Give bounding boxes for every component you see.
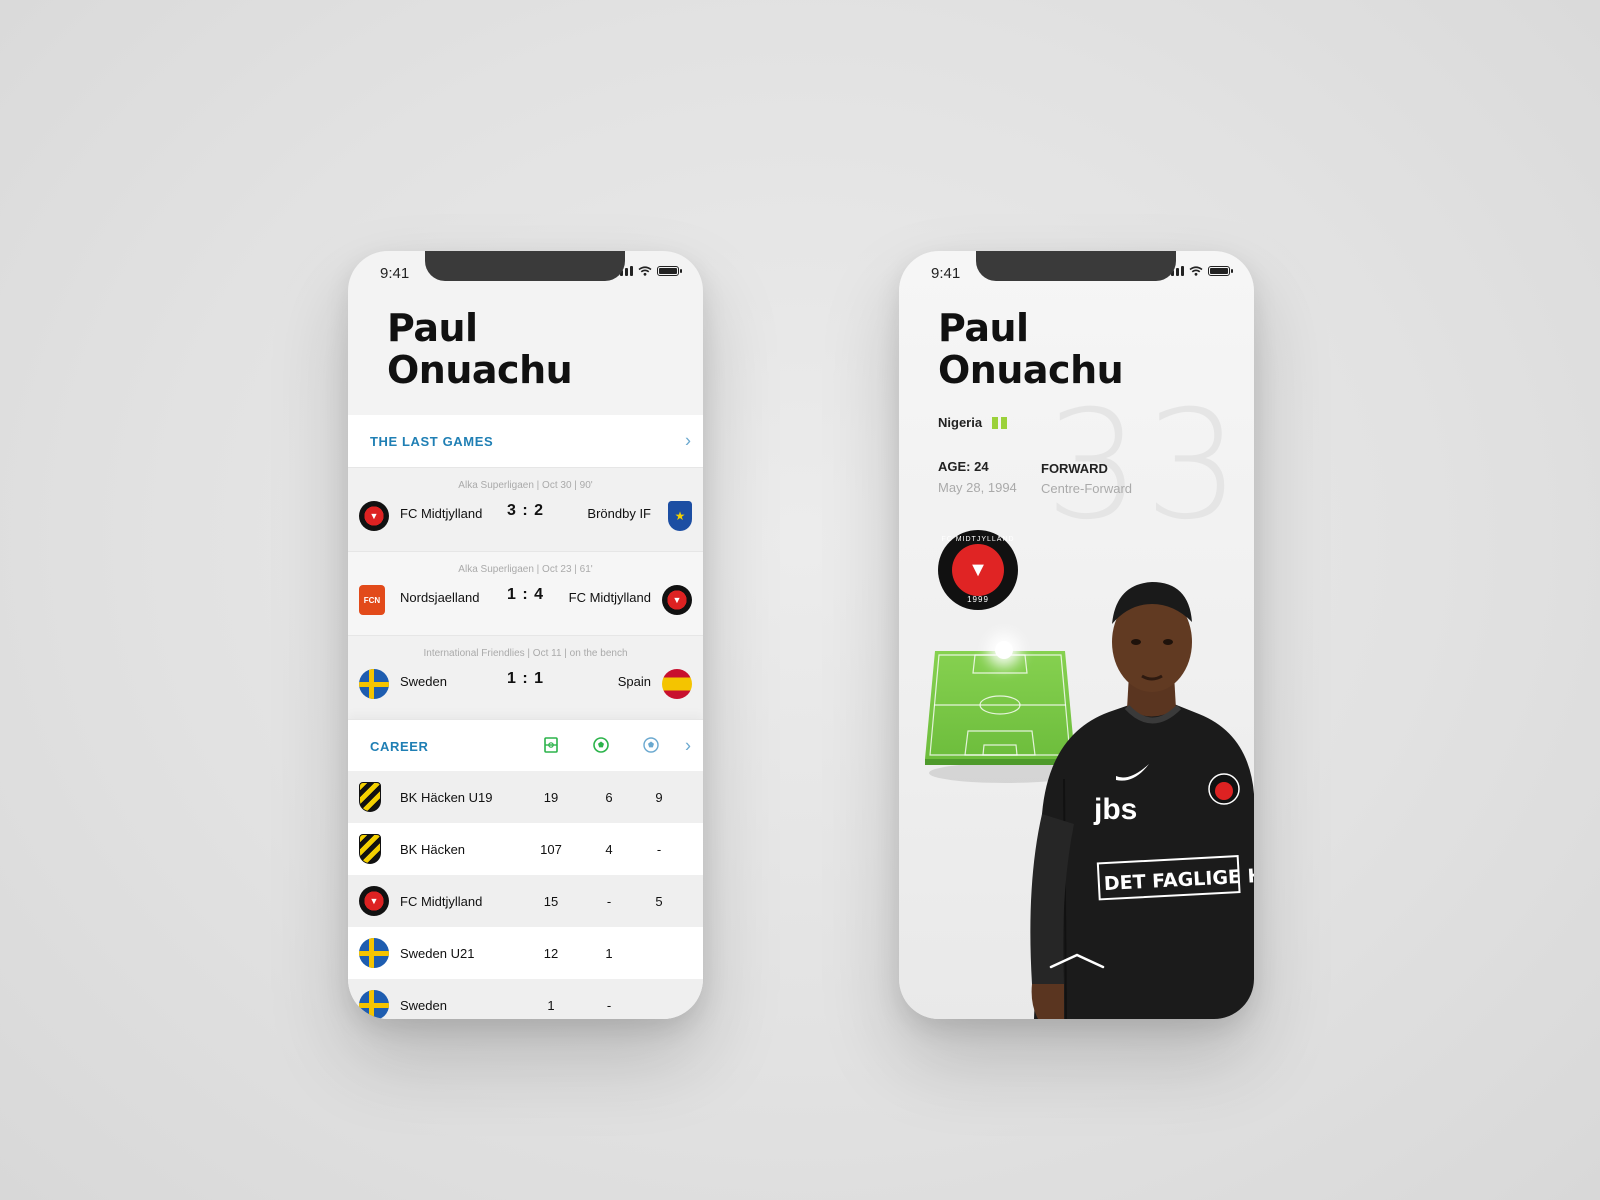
- sweden-flag-icon: [359, 990, 389, 1019]
- player-name: Paul Onuachu: [938, 306, 1124, 392]
- club-badge-ring-text: FC MIDTJYLLAND: [941, 536, 1015, 543]
- career-apps: 107: [540, 842, 562, 857]
- career-goals: 1: [605, 946, 613, 961]
- player-name: Paul Onuachu: [387, 306, 573, 392]
- away-team: Bröndby IF: [587, 506, 651, 521]
- player-position-marker: [995, 641, 1013, 659]
- away-team: FC Midtjylland: [568, 590, 651, 605]
- player-first-name: Paul: [938, 306, 1029, 350]
- career-row[interactable]: BK Häcken 107 4 -: [348, 823, 703, 875]
- assists-icon: [643, 737, 659, 753]
- career-apps: 19: [543, 790, 559, 805]
- career-assists: 9: [655, 790, 663, 805]
- career-goals: 6: [605, 790, 613, 805]
- career-row[interactable]: BK Häcken U19 19 6 9: [348, 771, 703, 823]
- away-team: Spain: [617, 674, 651, 689]
- player-last-name: Onuachu: [387, 348, 573, 392]
- game-row[interactable]: Alka Superligaen | Oct 30 | 90' FC Midtj…: [348, 467, 703, 551]
- chevron-up-icon[interactable]: [1049, 951, 1105, 969]
- game-row[interactable]: Alka Superligaen | Oct 23 | 61' FCN Nord…: [348, 551, 703, 635]
- career-club: FC Midtjylland: [400, 894, 483, 909]
- game-row[interactable]: International Friendlies | Oct 11 | on t…: [348, 635, 703, 719]
- stats-sheet: THE LAST GAMES › Alka Superligaen | Oct …: [348, 415, 703, 1019]
- game-meta: Alka Superligaen | Oct 30 | 90': [458, 480, 593, 491]
- career-apps: 1: [547, 998, 555, 1013]
- phone-screen-last-games: 9:41 Paul Onuachu THE LAST GAMES › Alka …: [348, 251, 703, 1019]
- career-goals: -: [606, 894, 612, 909]
- career-row[interactable]: FC Midtjylland 15 - 5: [348, 875, 703, 927]
- status-time: 9:41: [931, 265, 961, 282]
- last-games-title: THE LAST GAMES: [370, 433, 494, 449]
- status-time: 9:41: [380, 265, 410, 282]
- career-club: BK Häcken: [400, 842, 466, 857]
- status-icons: [1166, 266, 1233, 276]
- career-assists: -: [656, 842, 662, 857]
- brondby-crest-icon: [668, 501, 692, 531]
- notch: [976, 251, 1176, 281]
- last-games-header[interactable]: THE LAST GAMES ›: [348, 415, 703, 467]
- career-assists: 5: [655, 894, 663, 909]
- career-title: CAREER: [370, 739, 429, 754]
- spain-flag-icon: [662, 669, 692, 699]
- notch: [425, 251, 625, 281]
- career-apps: 12: [543, 946, 559, 961]
- wifi-icon: [1189, 266, 1203, 276]
- age-label: AGE: 24: [938, 459, 989, 474]
- bk-hacken-crest-icon: [359, 834, 381, 864]
- chevron-right-icon[interactable]: ›: [685, 431, 691, 452]
- battery-icon: [1208, 266, 1233, 276]
- battery-icon: [657, 266, 682, 276]
- bull-icon: ▼: [952, 544, 1004, 596]
- career-goals: -: [606, 998, 612, 1013]
- position-label: FORWARD: [1041, 461, 1108, 476]
- nationality-label: Nigeria: [938, 415, 983, 430]
- nigeria-flag-icon: [992, 416, 1008, 429]
- shirt-sponsor-logo: jbs: [1093, 793, 1137, 826]
- fc-midtjylland-crest-icon: [662, 585, 692, 615]
- club-badge-icon[interactable]: FC MIDTJYLLAND ▼ 1999: [938, 530, 1018, 610]
- nationality: Nigeria: [938, 415, 1008, 430]
- birth-date: May 28, 1994: [938, 480, 1017, 495]
- career-apps: 15: [543, 894, 559, 909]
- career-goals: 4: [605, 842, 613, 857]
- game-meta: Alka Superligaen | Oct 23 | 61': [458, 564, 593, 575]
- career-row[interactable]: Sweden 1 -: [348, 979, 703, 1019]
- career-header[interactable]: CAREER ›: [348, 719, 703, 771]
- career-club: Sweden U21: [400, 946, 475, 961]
- status-icons: [615, 266, 682, 276]
- player-first-name: Paul: [387, 306, 478, 350]
- career-row[interactable]: Sweden U21 12 1: [348, 927, 703, 979]
- player-last-name: Onuachu: [938, 348, 1124, 392]
- chevron-right-icon[interactable]: ›: [685, 735, 691, 756]
- career-club: BK Häcken U19: [400, 790, 493, 805]
- game-meta: International Friendlies | Oct 11 | on t…: [423, 648, 628, 659]
- club-badge-year: 1999: [967, 595, 989, 604]
- bk-hacken-crest-icon: [359, 782, 381, 812]
- goals-icon: [593, 737, 609, 753]
- career-club: Sweden: [400, 998, 447, 1013]
- fc-midtjylland-crest-icon: [359, 886, 389, 916]
- phone-screen-player-profile: 9:41 33 Paul Onuachu Nigeria AGE: 24 May…: [899, 251, 1254, 1019]
- apps-icon: [544, 737, 558, 753]
- sweden-flag-icon: [359, 938, 389, 968]
- position-detail: Centre-Forward: [1041, 481, 1133, 496]
- wifi-icon: [638, 266, 652, 276]
